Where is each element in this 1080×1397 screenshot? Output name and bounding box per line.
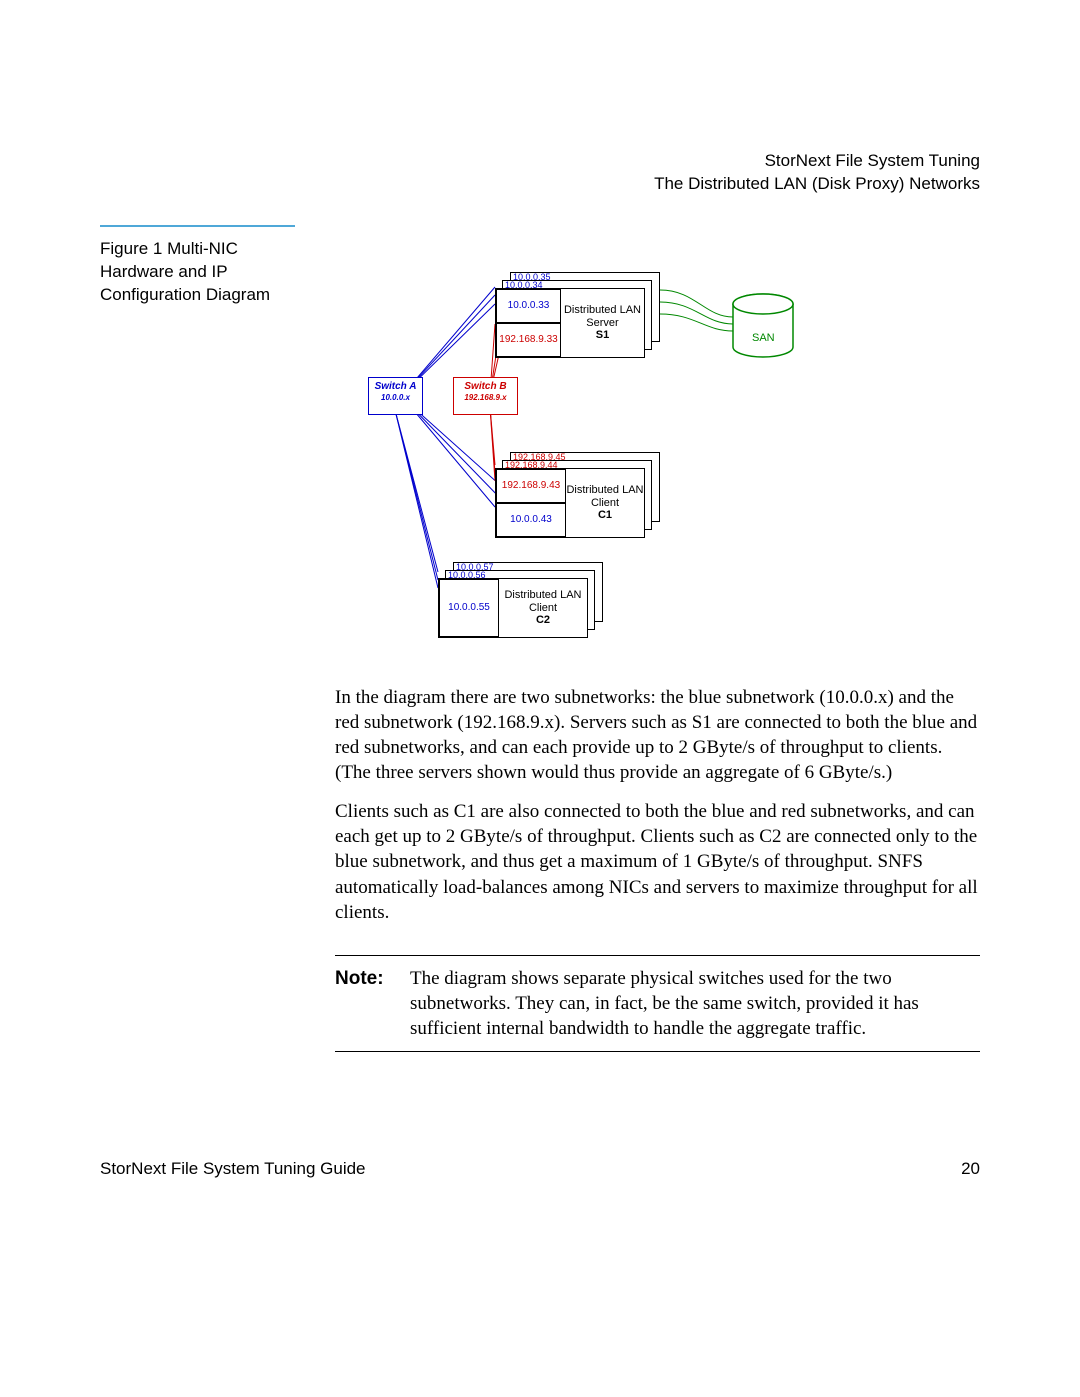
switch-a-subnet: 10.0.0.x: [369, 393, 422, 402]
server-ip-blue: 10.0.0.33: [496, 289, 561, 323]
switch-a: Switch A 10.0.0.x: [368, 377, 423, 415]
client1-ip-red: 192.168.9.43: [496, 469, 566, 503]
note-label: Note:: [335, 966, 410, 1041]
client2-ip-blue-3: 10.0.0.57: [456, 562, 494, 572]
client1-label: Distributed LAN Client: [566, 484, 644, 509]
switch-b-subnet: 192.168.9.x: [454, 393, 517, 402]
client1-id: C1: [566, 509, 644, 522]
paragraph-1: In the diagram there are two subnetworks…: [335, 685, 980, 785]
server-label-box: Distributed LAN Server S1: [561, 289, 644, 357]
switch-b-name: Switch B: [454, 381, 517, 393]
page: StorNext File System Tuning The Distribu…: [0, 0, 1080, 1397]
client1-label-box: Distributed LAN Client C1: [566, 469, 644, 537]
switch-b: Switch B 192.168.9.x: [453, 377, 518, 415]
client2-node: 10.0.0.55 Distributed LAN Client C2: [438, 578, 588, 638]
server-ip-blue-3: 10.0.0.35: [513, 272, 551, 282]
san-label: SAN: [752, 332, 775, 344]
server-ip-red: 192.168.9.33: [496, 323, 561, 357]
network-diagram: Switch A 10.0.0.x Switch B 192.168.9.x 1…: [335, 262, 965, 662]
figure-caption: Figure 1 Multi-NIC Hardware and IP Confi…: [100, 238, 310, 307]
client2-label-box: Distributed LAN Client C2: [499, 579, 587, 637]
client1-ip-red-3: 192.168.9.45: [513, 452, 566, 462]
header-line-2: The Distributed LAN (Disk Proxy) Network…: [654, 173, 980, 196]
page-number: 20: [961, 1159, 980, 1179]
server-label: Distributed LAN Server: [561, 304, 644, 329]
figure-rule: [100, 225, 295, 227]
body-text: In the diagram there are two subnetworks…: [335, 685, 980, 939]
running-header: StorNext File System Tuning The Distribu…: [654, 150, 980, 196]
note-box: Note: The diagram shows separate physica…: [335, 955, 980, 1052]
paragraph-2: Clients such as C1 are also connected to…: [335, 799, 980, 924]
footer-title: StorNext File System Tuning Guide: [100, 1159, 366, 1179]
client1-ip-blue: 10.0.0.43: [496, 503, 566, 537]
client1-node: 192.168.9.43 10.0.0.43 Distributed LAN C…: [495, 468, 645, 538]
note-text: The diagram shows separate physical swit…: [410, 966, 980, 1041]
client2-label: Distributed LAN Client: [499, 589, 587, 614]
client2-id: C2: [499, 614, 587, 627]
header-line-1: StorNext File System Tuning: [654, 150, 980, 173]
server-node: 10.0.0.33 192.168.9.33 Distributed LAN S…: [495, 288, 645, 358]
server-id: S1: [561, 329, 644, 342]
client2-ip-blue: 10.0.0.55: [439, 579, 499, 637]
switch-a-name: Switch A: [369, 381, 422, 393]
